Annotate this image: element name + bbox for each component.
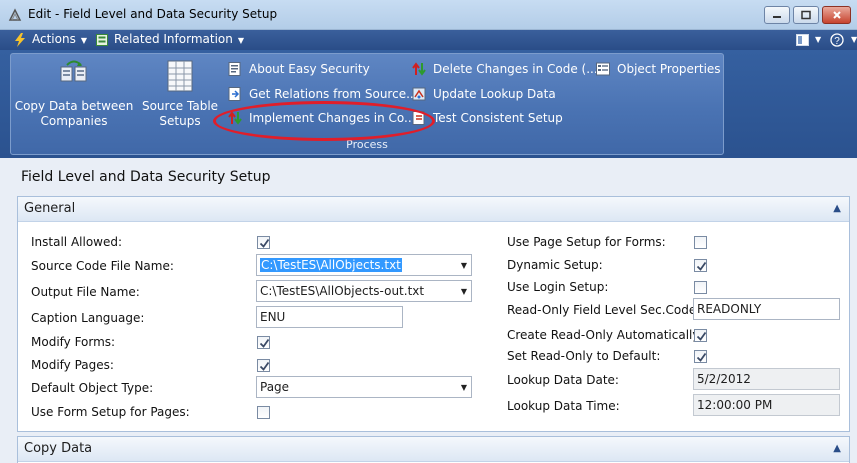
set-readonly-default-checkbox[interactable] — [694, 350, 707, 363]
general-header[interactable]: General ▲ — [18, 197, 849, 222]
create-readonly-label: Create Read-Only Automatically: — [507, 328, 703, 342]
dropdown-arrow-icon[interactable]: ▼ — [461, 378, 467, 397]
table-icon — [167, 60, 193, 92]
dropdown-arrow-icon[interactable]: ▼ — [461, 282, 467, 301]
checkmark-icon — [259, 238, 270, 248]
modify-pages-label: Modify Pages: — [31, 358, 114, 372]
relations-document-icon — [228, 87, 241, 101]
red-green-arrows-icon — [228, 111, 242, 125]
install-allowed-label: Install Allowed: — [31, 235, 123, 249]
create-readonly-checkbox[interactable] — [694, 329, 707, 342]
copy-data-fasttab: Copy Data ▲ — [17, 436, 850, 463]
collapse-icon[interactable]: ▲ — [833, 443, 841, 454]
use-page-setup-label: Use Page Setup for Forms: — [507, 235, 666, 249]
delete-arrows-icon — [412, 62, 426, 76]
app-icon — [8, 8, 22, 21]
install-allowed-checkbox[interactable] — [257, 236, 270, 249]
use-login-setup-checkbox[interactable] — [694, 281, 707, 294]
copy-data-icon — [60, 60, 87, 82]
lookup-date-label: Lookup Data Date: — [507, 373, 619, 387]
get-relations-button[interactable]: Get Relations from Source... — [228, 84, 418, 104]
checkmark-icon — [259, 361, 270, 371]
close-button[interactable] — [822, 6, 851, 24]
checkmark-icon — [696, 331, 707, 341]
collapse-icon[interactable]: ▲ — [833, 203, 841, 214]
readonly-code-label: Read-Only Field Level Sec.Code: — [507, 303, 701, 317]
general-fasttab: General ▲ Install Allowed: Source Code F… — [17, 196, 850, 432]
source-code-file-label: Source Code File Name: — [31, 259, 174, 273]
caption-language-label: Caption Language: — [31, 311, 145, 325]
dynamic-setup-label: Dynamic Setup: — [507, 258, 603, 272]
maximize-button[interactable] — [793, 6, 819, 24]
source-table-setups-button[interactable]: Source Table Setups — [140, 59, 220, 129]
dropdown-arrow-icon[interactable]: ▼ — [461, 256, 467, 275]
source-code-file-field[interactable]: C:\TestES\AllObjects.txt ▼ — [256, 254, 472, 276]
test-consistent-setup-button[interactable]: Test Consistent Setup — [412, 108, 587, 128]
modify-forms-checkbox[interactable] — [257, 336, 270, 349]
checkmark-icon — [259, 338, 270, 348]
use-login-setup-label: Use Login Setup: — [507, 280, 609, 294]
actions-menu[interactable]: Actions ▼ — [32, 30, 87, 50]
checkmark-icon — [696, 261, 707, 271]
window-title: Edit - Field Level and Data Security Set… — [28, 7, 278, 21]
modify-pages-checkbox[interactable] — [257, 359, 270, 372]
output-file-label: Output File Name: — [31, 285, 140, 299]
readonly-code-field[interactable]: READONLY — [693, 298, 840, 320]
lookup-time-label: Lookup Data Time: — [507, 399, 620, 413]
output-file-field[interactable]: C:\TestES\AllObjects-out.txt ▼ — [256, 280, 472, 302]
update-lookup-data-button[interactable]: Update Lookup Data — [412, 84, 587, 104]
delete-changes-button[interactable]: Delete Changes in Code (... — [412, 59, 598, 79]
maximize-icon — [801, 10, 811, 20]
properties-icon — [596, 62, 610, 76]
dynamic-setup-checkbox[interactable] — [694, 259, 707, 272]
process-group-label: Process — [346, 138, 388, 151]
related-information-menu[interactable]: Related Information ▼ — [114, 30, 244, 50]
svg-text:?: ? — [834, 36, 840, 47]
copy-data-header[interactable]: Copy Data ▲ — [18, 437, 849, 462]
lookup-time-field: 12:00:00 PM — [693, 394, 840, 416]
page-title: Field Level and Data Security Setup — [21, 169, 271, 185]
implement-changes-button[interactable]: Implement Changes in Co... — [228, 108, 415, 128]
ribbon: Copy Data between Companies Source Table… — [0, 50, 857, 158]
related-information-icon — [96, 34, 108, 46]
info-document-icon — [228, 62, 241, 76]
caption-language-field[interactable]: ENU — [256, 306, 403, 328]
use-form-setup-label: Use Form Setup for Pages: — [31, 405, 190, 419]
object-properties-button[interactable]: Object Properties — [596, 59, 721, 79]
minimize-button[interactable] — [764, 6, 790, 24]
use-form-setup-checkbox[interactable] — [257, 406, 270, 419]
process-group: Copy Data between Companies Source Table… — [10, 53, 724, 155]
use-page-setup-checkbox[interactable] — [694, 236, 707, 249]
update-icon — [412, 87, 426, 101]
layout-icon — [796, 34, 809, 46]
about-easy-security-button[interactable]: About Easy Security — [228, 59, 408, 79]
lightning-icon — [15, 33, 25, 47]
help-icon: ? — [830, 33, 844, 47]
test-icon — [412, 111, 425, 125]
menu-bar: Actions ▼ Related Information ▼ ▼ ? ▼ — [0, 30, 857, 50]
title-bar: Edit - Field Level and Data Security Set… — [0, 0, 857, 30]
close-icon — [832, 11, 841, 19]
modify-forms-label: Modify Forms: — [31, 335, 116, 349]
checkmark-icon — [696, 352, 707, 362]
copy-data-between-companies-button[interactable]: Copy Data between Companies — [14, 59, 134, 129]
default-object-type-label: Default Object Type: — [31, 381, 154, 395]
minimize-icon — [773, 16, 781, 18]
default-object-type-select[interactable]: Page ▼ — [256, 376, 472, 398]
set-readonly-default-label: Set Read-Only to Default: — [507, 349, 661, 363]
lookup-date-field: 5/2/2012 — [693, 368, 840, 390]
